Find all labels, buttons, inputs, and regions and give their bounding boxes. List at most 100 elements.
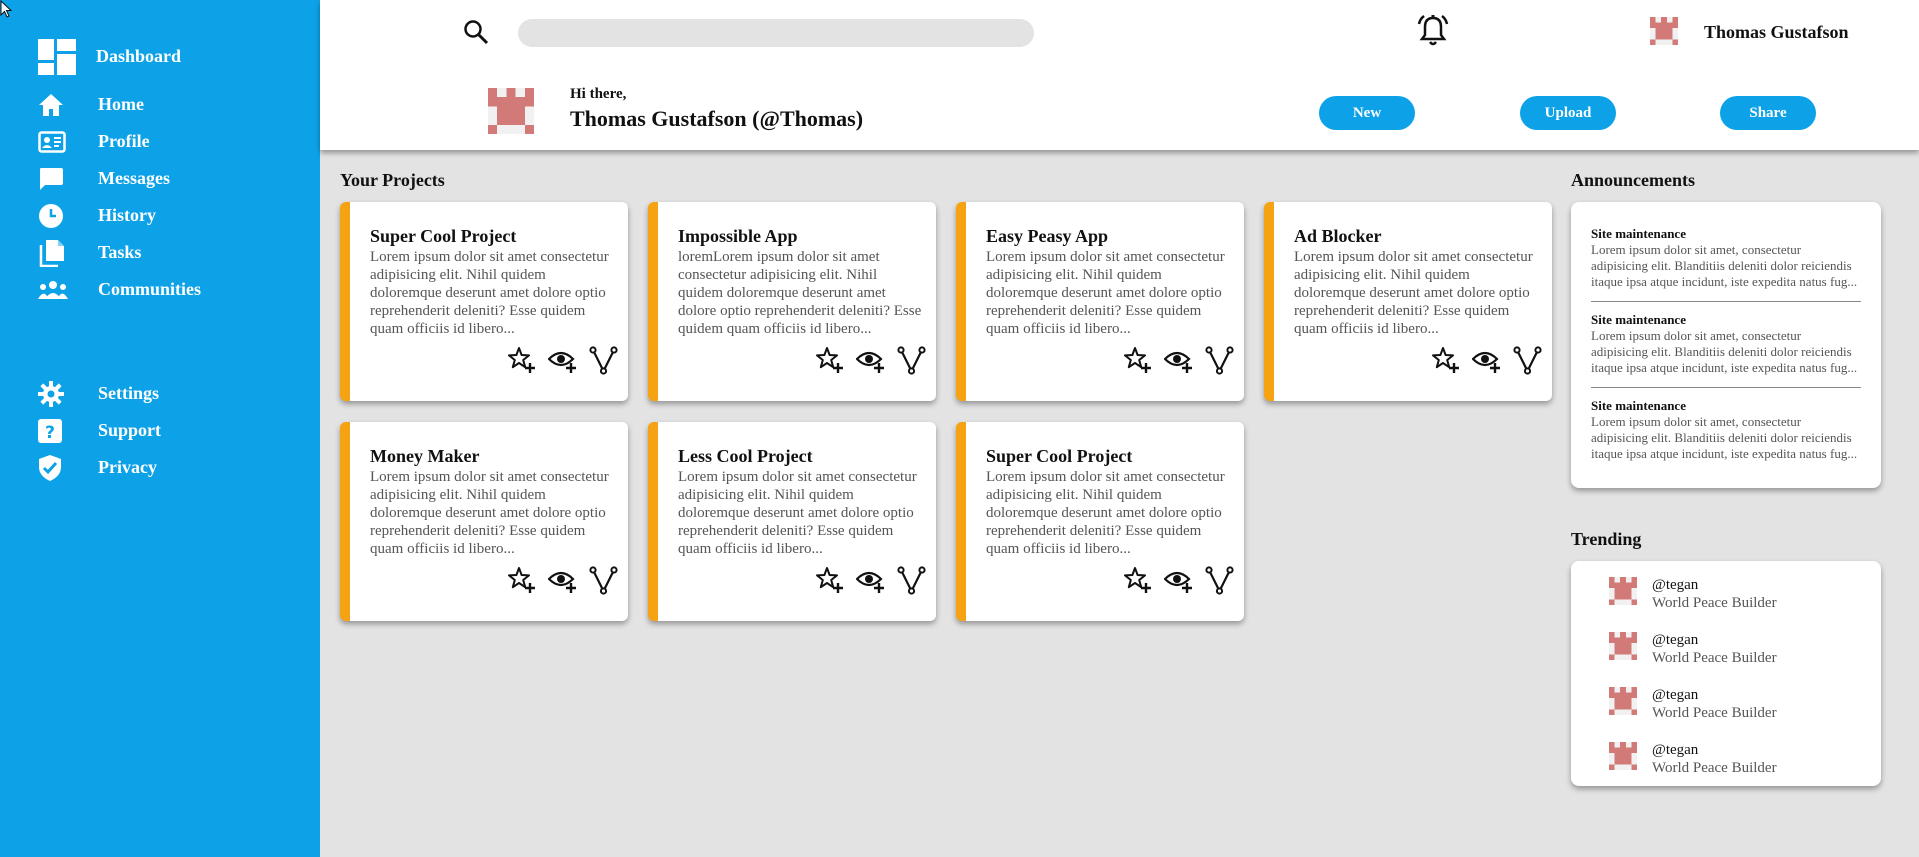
chat-bubble-icon (38, 164, 76, 194)
star-add-icon[interactable] (1123, 566, 1152, 595)
watch-add-icon[interactable] (856, 566, 885, 595)
watch-add-icon[interactable] (1164, 566, 1193, 595)
star-add-icon[interactable] (1123, 346, 1152, 375)
search-icon[interactable] (462, 18, 490, 46)
sidebar-item-profile[interactable]: Profile (38, 123, 150, 160)
announcement-title: Site maintenance (1591, 398, 1686, 413)
project-title: Money Maker (370, 446, 480, 466)
documents-icon (38, 238, 76, 268)
trending-item[interactable]: @tegan World Peace Builder (1571, 734, 1881, 778)
fork-icon[interactable] (1205, 566, 1234, 595)
sidebar-item-privacy[interactable]: Privacy (38, 449, 157, 486)
announcements-panel: Site maintenance Lorem ipsum dolor sit a… (1571, 202, 1881, 488)
star-add-icon[interactable] (815, 346, 844, 375)
project-description: Lorem ipsum dolor sit amet consectetur a… (1294, 249, 1533, 337)
greeting-user-name: Thomas Gustafson (@Thomas) (570, 106, 864, 131)
trending-handle: @tegan (1652, 632, 1699, 648)
trending-subtitle: World Peace Builder (1652, 760, 1777, 776)
new-button[interactable]: New (1319, 96, 1415, 130)
star-add-icon[interactable] (815, 566, 844, 595)
sidebar-item-label: Profile (98, 131, 150, 151)
search-input[interactable] (518, 19, 1034, 47)
avatar (488, 88, 534, 134)
sidebar-item-messages[interactable]: Messages (38, 160, 170, 197)
svg-text:?: ? (45, 423, 55, 443)
fork-icon[interactable] (589, 566, 618, 595)
help-icon: ? (38, 416, 76, 446)
watch-add-icon[interactable] (548, 346, 577, 375)
fork-icon[interactable] (589, 346, 618, 375)
star-add-icon[interactable] (507, 566, 536, 595)
announcement-item[interactable]: Site maintenance Lorem ipsum dolor sit a… (1591, 312, 1861, 376)
project-card[interactable]: Super Cool Project Lorem ipsum dolor sit … (956, 422, 1244, 621)
mouse-cursor-icon (0, 0, 13, 18)
announcement-item[interactable]: Site maintenance Lorem ipsum dolor sit a… (1591, 226, 1861, 290)
upload-button[interactable]: Upload (1520, 96, 1616, 130)
project-card[interactable]: Ad Blocker Lorem ipsum dolor sit amet con… (1264, 202, 1552, 401)
header-user-name[interactable]: Thomas Gustafson (1704, 22, 1849, 43)
project-actions (1431, 346, 1542, 375)
announcement-item[interactable]: Site maintenance Lorem ipsum dolor sit a… (1591, 398, 1861, 462)
project-title: Easy Peasy App (986, 226, 1109, 246)
greeting-label: Hi there, (570, 86, 627, 102)
trending-item[interactable]: @tegan World Peace Builder (1571, 679, 1881, 723)
project-card[interactable]: Money Maker Lorem ipsum dolor sit amet co… (340, 422, 628, 621)
watch-add-icon[interactable] (1472, 346, 1501, 375)
project-actions (507, 346, 618, 375)
fork-icon[interactable] (1513, 346, 1542, 375)
project-actions (1123, 566, 1234, 595)
project-actions (507, 566, 618, 595)
sidebar-item-tasks[interactable]: Tasks (38, 234, 141, 271)
sidebar-item-communities[interactable]: Communities (38, 271, 201, 308)
avatar[interactable] (1650, 17, 1678, 45)
sidebar-item-support[interactable]: ? Support (38, 412, 161, 449)
sidebar-item-label: Support (98, 420, 162, 440)
project-card[interactable]: Impossible App loremLorem ipsum dolor sit… (648, 202, 936, 401)
star-add-icon[interactable] (507, 346, 536, 375)
project-title: Ad Blocker (1294, 226, 1382, 246)
profile-card-icon (38, 127, 76, 157)
sidebar-item-home[interactable]: Home (38, 86, 144, 123)
watch-add-icon[interactable] (856, 346, 885, 375)
trending-item[interactable]: @tegan World Peace Builder (1571, 569, 1881, 613)
sidebar-item-label: Privacy (98, 457, 157, 477)
announcement-title: Site maintenance (1591, 226, 1686, 241)
trending-panel: @tegan World Peace Builder @tegan World … (1571, 561, 1881, 786)
sidebar: Dashboard Home Profile Messages History … (0, 0, 320, 857)
sidebar-brand-label: Dashboard (96, 46, 182, 66)
gear-icon (38, 379, 76, 409)
project-title: Less Cool Project (678, 446, 813, 466)
announcements-section-title: Announcements (1571, 170, 1696, 190)
trending-item[interactable]: @tegan World Peace Builder (1571, 624, 1881, 668)
project-description: Lorem ipsum dolor sit amet consectetur a… (678, 469, 917, 557)
announcement-text: Lorem ipsum dolor sit amet, consectetur … (1591, 414, 1858, 461)
fork-icon[interactable] (1205, 346, 1234, 375)
project-actions (815, 346, 926, 375)
project-actions (1123, 346, 1234, 375)
project-card[interactable]: Less Cool Project Lorem ipsum dolor sit a… (648, 422, 936, 621)
watch-add-icon[interactable] (548, 566, 577, 595)
star-add-icon[interactable] (1431, 346, 1460, 375)
trending-handle: @tegan (1652, 687, 1699, 703)
sidebar-item-label: Messages (98, 168, 170, 188)
project-card[interactable]: Easy Peasy App Lorem ipsum dolor sit amet… (956, 202, 1244, 401)
project-actions (815, 566, 926, 595)
trending-subtitle: World Peace Builder (1652, 595, 1777, 611)
fork-icon[interactable] (897, 566, 926, 595)
fork-icon[interactable] (897, 346, 926, 375)
home-icon (38, 90, 76, 120)
sidebar-item-history[interactable]: History (38, 197, 156, 234)
avatar (1609, 632, 1637, 660)
sidebar-dashboard-link[interactable]: Dashboard (38, 38, 181, 75)
project-card[interactable]: Super Cool Project Lorem ipsum dolor sit … (340, 202, 628, 401)
trending-handle: @tegan (1652, 742, 1699, 758)
clock-icon (38, 201, 76, 231)
trending-subtitle: World Peace Builder (1652, 705, 1777, 721)
notification-bell-icon[interactable] (1416, 14, 1450, 48)
watch-add-icon[interactable] (1164, 346, 1193, 375)
avatar (1609, 687, 1637, 715)
share-button[interactable]: Share (1720, 96, 1816, 130)
divider (1591, 301, 1861, 302)
project-description: Lorem ipsum dolor sit amet consectetur a… (370, 469, 609, 557)
sidebar-item-settings[interactable]: Settings (38, 375, 159, 412)
